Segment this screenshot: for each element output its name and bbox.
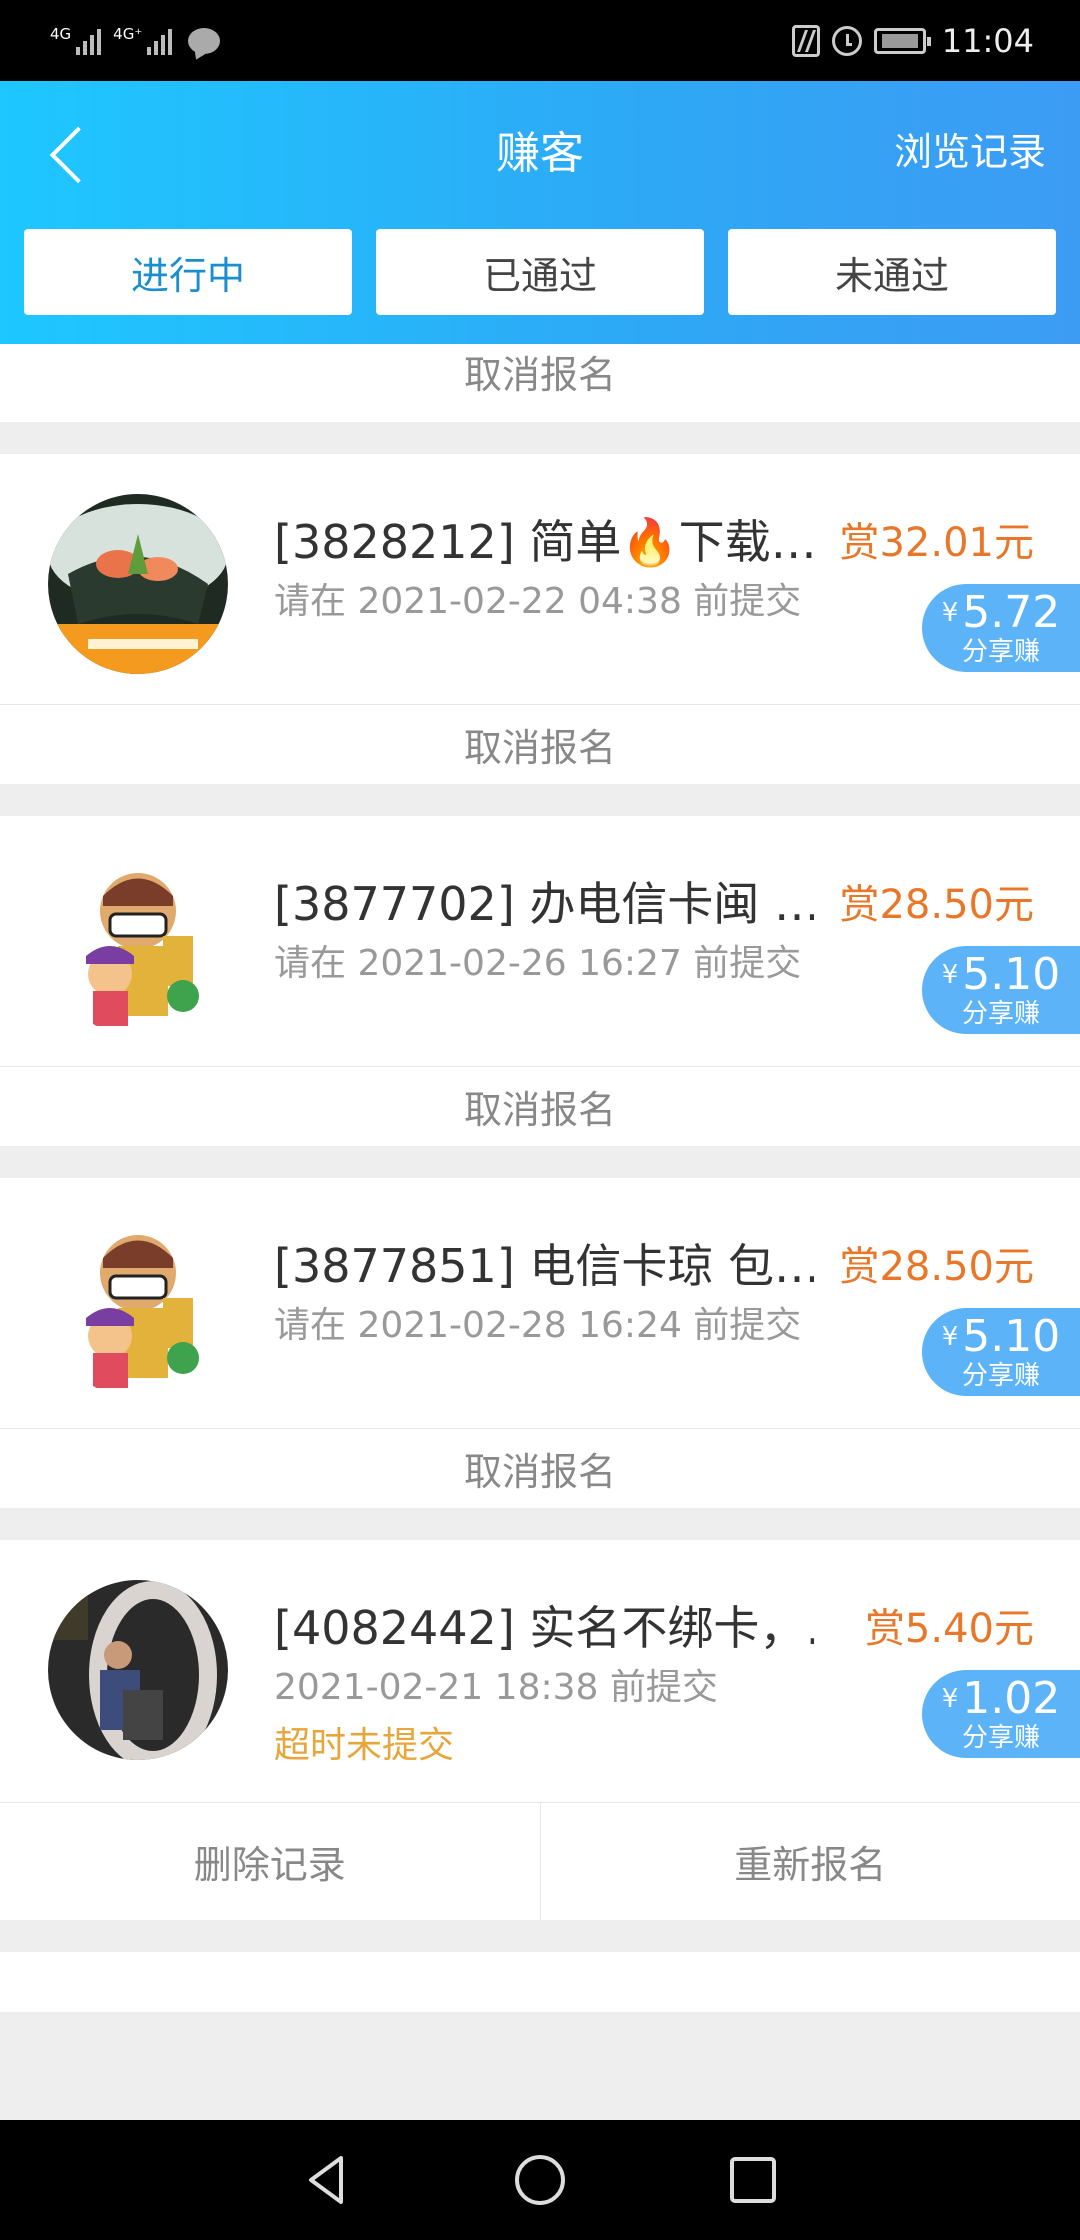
partial-card-actions: 取消报名 (0, 344, 1080, 422)
share-label: 分享赚 (961, 1361, 1040, 1391)
share-amount: 5.72 (962, 587, 1061, 638)
task-actions: 取消报名 (0, 1066, 1080, 1146)
task-reward: 赏28.50元 (839, 882, 1034, 928)
currency-symbol: ¥ (941, 1684, 959, 1714)
browse-history-button[interactable]: 浏览记录 (894, 121, 1046, 176)
share-earn-button[interactable]: ¥5.10 分享赚 (922, 946, 1080, 1034)
cancel-signup-button[interactable]: 取消报名 (0, 1429, 1080, 1508)
nav-home-icon[interactable] (510, 2150, 570, 2210)
task-reward: 赏32.01元 (839, 520, 1034, 566)
task-card[interactable]: [4082442] 实名不绑卡，… 2021-02-21 18:38 前提交 超… (0, 1540, 1080, 1920)
cancel-signup-button[interactable]: 取消报名 (0, 1067, 1080, 1146)
app-header: 赚客 浏览记录 进行中 已通过 未通过 (0, 81, 1080, 344)
network-type-label: 4G⁺ (113, 24, 143, 43)
share-amount: 1.02 (962, 1673, 1061, 1724)
nav-back-icon[interactable] (297, 2150, 357, 2210)
task-avatar (48, 1218, 228, 1398)
status-tabs: 进行中 已通过 未通过 (24, 229, 1056, 315)
task-title: [3828212] 简单🔥下载… (274, 515, 814, 569)
alarm-icon (831, 25, 862, 56)
system-nav-bar (0, 2120, 1080, 2240)
task-reward: 赏5.40元 (864, 1606, 1034, 1652)
status-time: 11:04 (941, 21, 1034, 60)
share-earn-button[interactable]: ¥1.02 分享赚 (922, 1670, 1080, 1758)
message-icon (188, 27, 221, 54)
share-earn-button[interactable]: ¥5.72 分享赚 (922, 584, 1080, 672)
task-avatar (48, 856, 228, 1036)
partial-task-card (0, 1952, 1080, 2012)
overdue-status: 超时未提交 (274, 1725, 455, 1766)
task-deadline: 2021-02-21 18:38 前提交 (274, 1667, 718, 1708)
task-deadline: 请在 2021-02-26 16:27 前提交 (274, 943, 802, 984)
task-title: [3877702] 办电信卡闽 … (274, 877, 814, 931)
share-label: 分享赚 (961, 637, 1040, 667)
task-card[interactable]: [3877702] 办电信卡闽 … 请在 2021-02-26 16:27 前提… (0, 816, 1080, 1146)
re-signup-button[interactable]: 重新报名 (539, 1803, 1080, 1920)
task-avatar (48, 494, 228, 674)
currency-symbol: ¥ (941, 598, 959, 628)
task-card[interactable]: [3877851] 电信卡琼 包… 请在 2021-02-28 16:24 前提… (0, 1178, 1080, 1508)
task-reward: 赏28.50元 (839, 1244, 1034, 1290)
battery-icon (873, 27, 931, 54)
share-label: 分享赚 (961, 1723, 1040, 1753)
task-actions: 删除记录 重新报名 (0, 1802, 1080, 1920)
task-card[interactable]: [3828212] 简单🔥下载… 请在 2021-02-22 04:38 前提交… (0, 454, 1080, 784)
nav-recent-apps-icon[interactable] (723, 2150, 783, 2210)
share-amount: 5.10 (962, 949, 1061, 1000)
task-title: [4082442] 实名不绑卡，… (274, 1601, 814, 1655)
cancel-signup-button[interactable]: 取消报名 (0, 344, 1080, 422)
network-type-label: 4G (50, 24, 72, 43)
nfc-icon (791, 24, 820, 57)
share-amount: 5.10 (962, 1311, 1061, 1362)
task-avatar (48, 1580, 228, 1760)
task-title: [3877851] 电信卡琼 包… (274, 1239, 814, 1293)
tab-not-passed[interactable]: 未通过 (728, 229, 1056, 315)
task-list: 取消报名 [3828212] 简单🔥下载… 请在 2021-02-22 04:3… (0, 344, 1080, 2012)
currency-symbol: ¥ (941, 1322, 959, 1352)
currency-symbol: ¥ (941, 960, 959, 990)
signal-icon: 4G (50, 24, 102, 55)
signal-icon: 4G⁺ (113, 24, 173, 55)
task-deadline: 请在 2021-02-22 04:38 前提交 (274, 581, 802, 622)
delete-record-button[interactable]: 删除记录 (0, 1803, 540, 1920)
share-label: 分享赚 (961, 999, 1040, 1029)
task-actions: 取消报名 (0, 704, 1080, 784)
share-earn-button[interactable]: ¥5.10 分享赚 (922, 1308, 1080, 1396)
task-deadline: 请在 2021-02-28 16:24 前提交 (274, 1305, 802, 1346)
tab-passed[interactable]: 已通过 (376, 229, 704, 315)
task-actions: 取消报名 (0, 1428, 1080, 1508)
cancel-signup-button[interactable]: 取消报名 (0, 705, 1080, 784)
status-bar: 4G 4G⁺ 11:04 (0, 0, 1080, 81)
tab-in-progress[interactable]: 进行中 (24, 229, 352, 315)
